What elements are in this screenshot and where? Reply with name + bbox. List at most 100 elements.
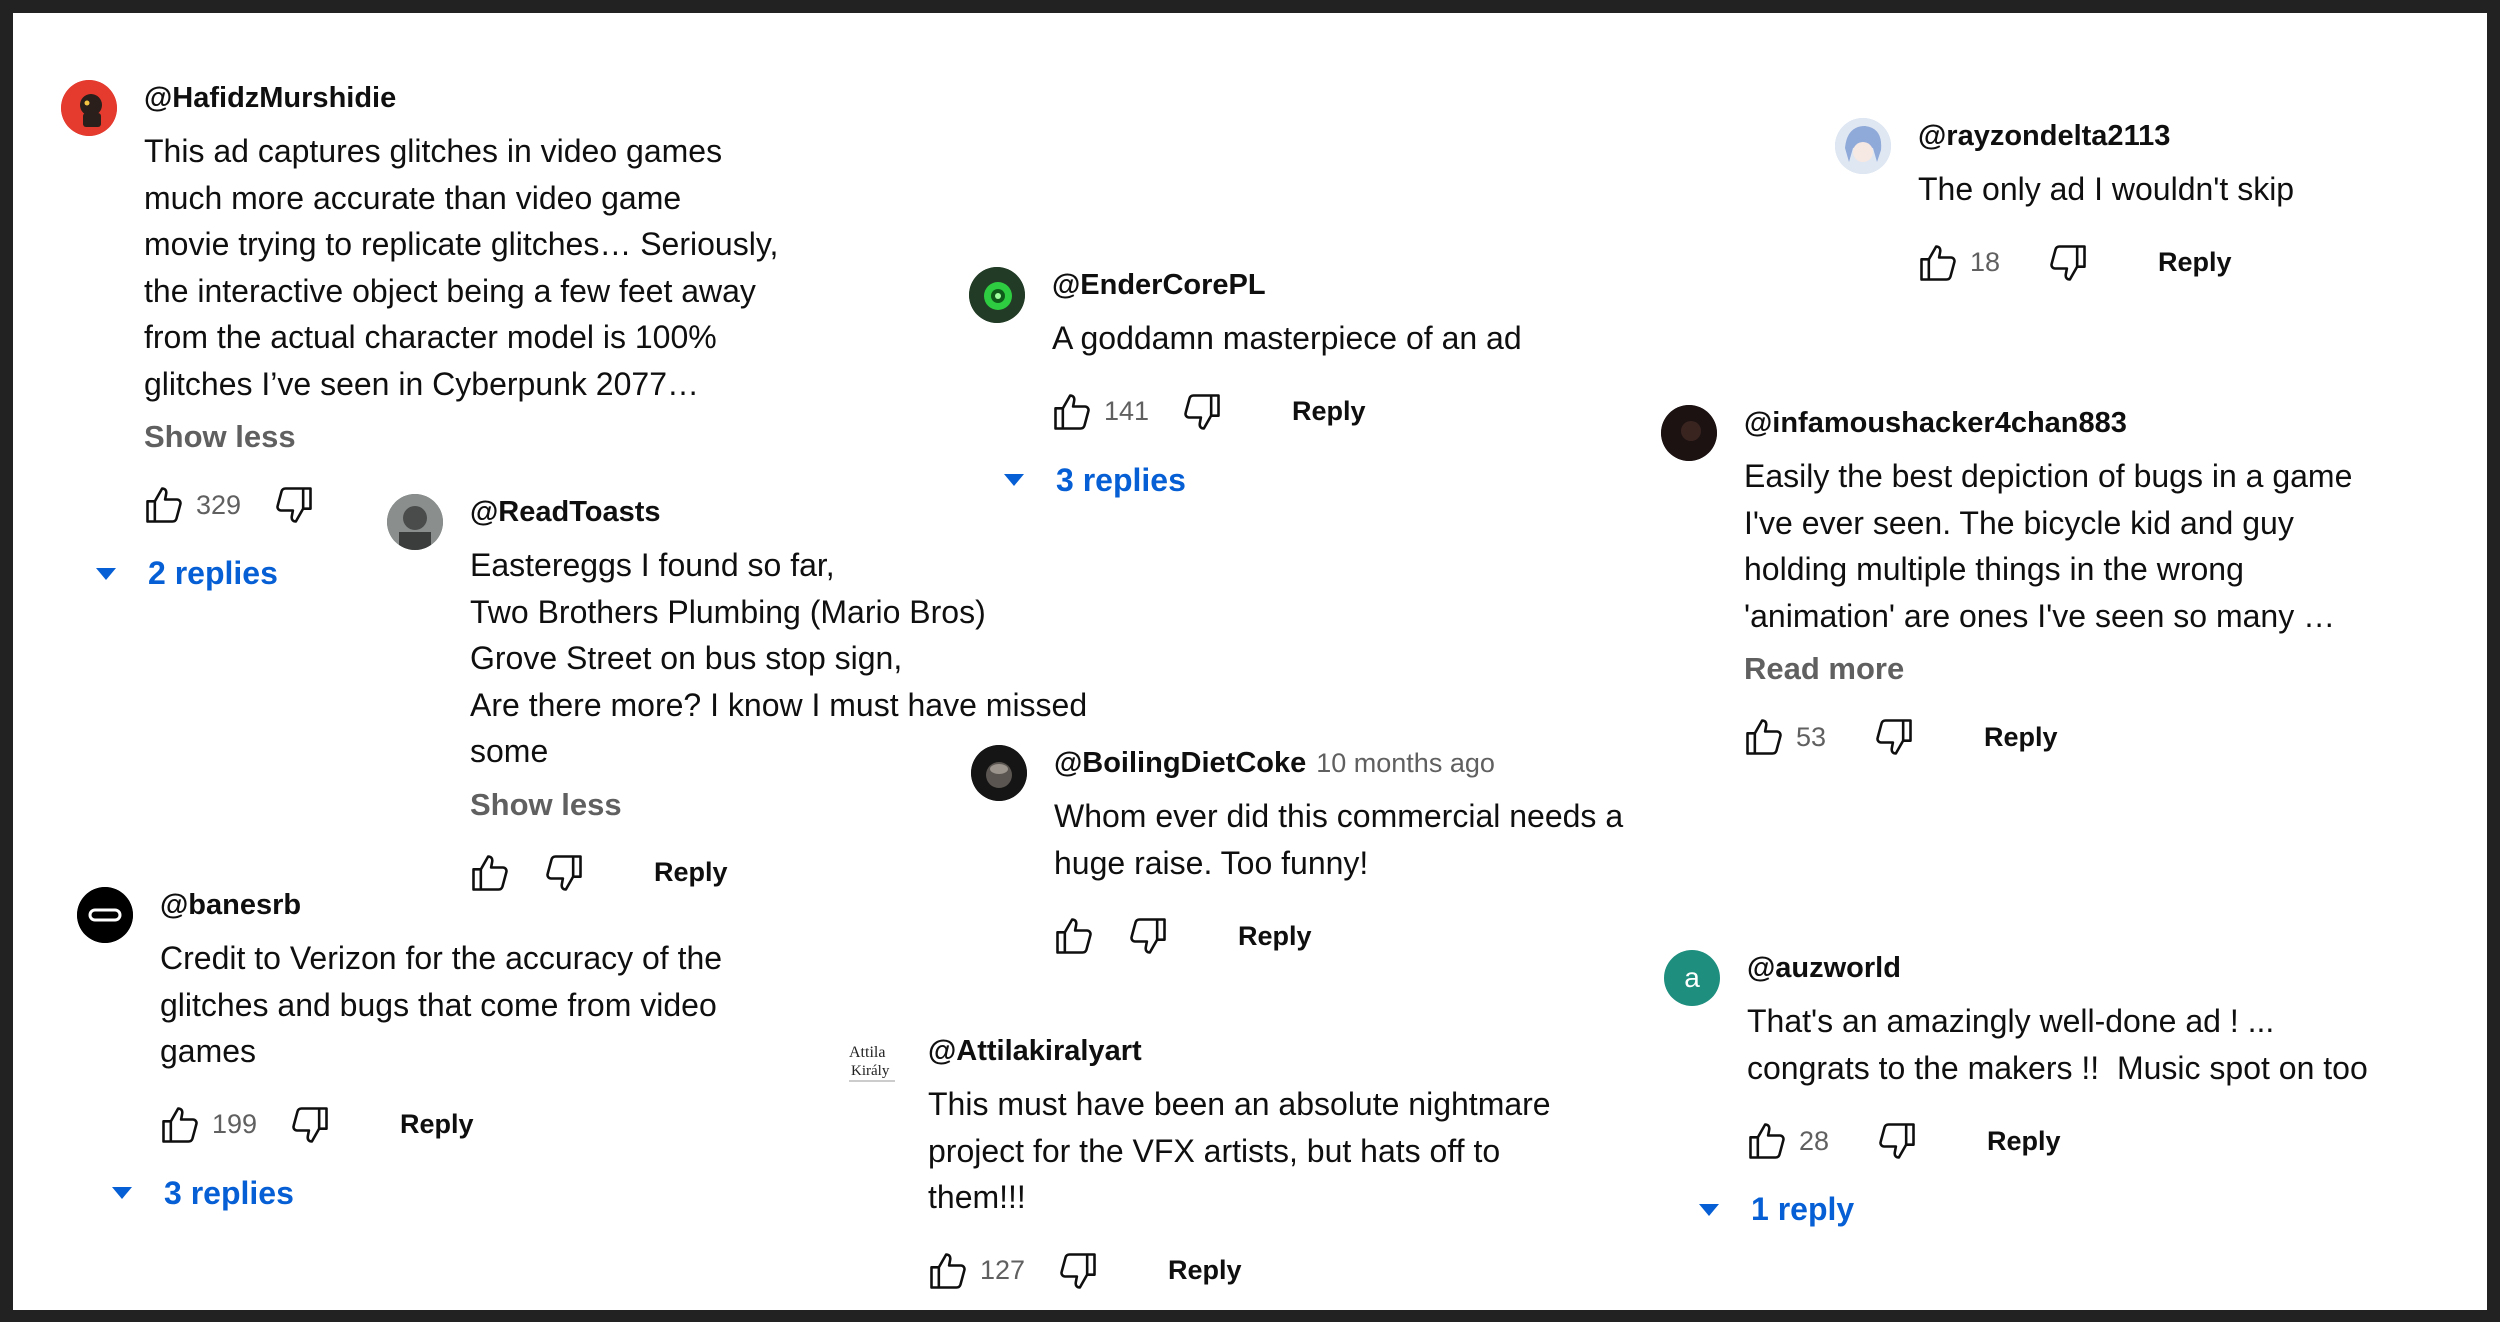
comment-text: This must have been an absolute nightmar… <box>928 1081 1551 1221</box>
comment-text: That's an amazingly well-done ad ! ... c… <box>1747 998 2368 1091</box>
text-line: Two Brothers Plumbing (Mario Bros) <box>470 593 986 630</box>
comment-author[interactable]: @banesrb <box>160 887 722 923</box>
reply-button[interactable]: Reply <box>2158 247 2232 278</box>
comments-panel: @HafidzMurshidie This ad captures glitch… <box>13 13 2487 1310</box>
reply-button[interactable]: Reply <box>1238 921 1312 952</box>
comment-actions: 141 Reply <box>1044 384 1514 440</box>
text-line: This must have been an absolute nightmar… <box>928 1086 1551 1122</box>
thumbs-down-icon[interactable] <box>1866 709 1922 765</box>
comment-author[interactable]: @HafidzMurshidie <box>144 80 778 116</box>
comment-timestamp[interactable]: 10 months ago <box>1316 748 1495 778</box>
thumbs-up-icon[interactable] <box>1739 1113 1795 1169</box>
comment-actions: 28 Reply <box>1739 1113 2360 1169</box>
text-line: Eastereggs I found so far, <box>470 547 835 583</box>
comment-actions: 53 Reply <box>1736 709 2344 765</box>
reply-button[interactable]: Reply <box>400 1109 474 1140</box>
like-count: 127 <box>980 1255 1026 1285</box>
avatar[interactable]: a <box>1664 950 1720 1006</box>
comment-author[interactable]: @ReadToasts <box>470 494 1087 530</box>
text-line: from the actual character model is 100% <box>144 319 717 355</box>
thumbs-up-icon[interactable] <box>1044 384 1100 440</box>
text-line: This ad captures glitches in video games <box>144 133 723 169</box>
view-replies-button[interactable]: 3 replies <box>112 1175 674 1212</box>
comment-actions: 199 Reply <box>152 1097 714 1153</box>
author-name[interactable]: @BoilingDietCoke <box>1054 747 1306 779</box>
text-line: holding multiple things in the wrong <box>1744 551 2244 587</box>
avatar[interactable]: Attila Király <box>845 1033 901 1089</box>
like-count: 53 <box>1796 721 1827 752</box>
comment-text: The only ad I wouldn't skip <box>1918 166 2294 213</box>
text-line: I've ever seen. The bicycle kid and guy <box>1744 504 2294 541</box>
show-less-button[interactable]: Show less <box>144 419 778 455</box>
thumbs-down-icon[interactable] <box>266 477 322 533</box>
text-line: the interactive object being a few feet … <box>144 272 756 309</box>
view-replies-button[interactable]: 1 reply <box>1699 1191 2320 1228</box>
thumbs-up-icon[interactable] <box>1736 709 1792 765</box>
like-count: 18 <box>1970 247 2001 277</box>
text-line: huge raise. Too funny! <box>1054 844 1369 881</box>
text-line: That's an amazingly well-done ad ! ... <box>1747 1003 2275 1039</box>
text-line: Whom ever did this commercial needs a <box>1054 798 1624 834</box>
svg-text:Király: Király <box>851 1063 890 1079</box>
comment-author[interactable]: @BoilingDietCoke 10 months ago <box>1054 745 1623 781</box>
text-line: 'animation' are ones I've seen so many … <box>1744 597 2336 634</box>
avatar[interactable] <box>969 267 1025 323</box>
reply-button[interactable]: Reply <box>1292 396 1366 427</box>
avatar[interactable] <box>971 745 1027 801</box>
text-line: Credit to Verizon for the accuracy of th… <box>160 940 723 976</box>
like-count: 199 <box>212 1109 258 1139</box>
comment-author[interactable]: @rayzondelta2113 <box>1918 118 2294 154</box>
comment-author[interactable]: @infamoushacker4chan883 <box>1744 405 2352 441</box>
avatar-letter: a <box>1684 962 1700 993</box>
comment-text: Whom ever did this commercial needs a hu… <box>1054 793 1623 886</box>
avatar[interactable] <box>1661 405 1717 461</box>
comment-author[interactable]: @EnderCorePL <box>1052 267 1522 303</box>
avatar[interactable] <box>61 80 117 136</box>
text-line: Are there more? I know I must have misse… <box>470 686 1088 723</box>
thumbs-up-icon[interactable] <box>152 1097 208 1153</box>
text-line: The only ad I wouldn't skip <box>1918 171 2295 207</box>
comment-author[interactable]: @Attilakiralyart <box>928 1033 1551 1069</box>
avatar[interactable] <box>387 494 443 550</box>
thumbs-up-icon[interactable] <box>1046 908 1102 964</box>
caret-down-icon <box>1699 1203 1719 1216</box>
thumbs-down-icon[interactable] <box>1120 908 1176 964</box>
comment-text: Easily the best depiction of bugs in a g… <box>1744 453 2352 639</box>
read-more-button[interactable]: Read more <box>1744 651 2352 687</box>
replies-label: 2 replies <box>148 555 278 591</box>
thumbs-down-icon[interactable] <box>1869 1113 1925 1169</box>
thumbs-down-icon[interactable] <box>1050 1243 1106 1299</box>
thumbs-up-icon[interactable] <box>1910 235 1966 291</box>
avatar[interactable] <box>77 887 133 943</box>
text-line: A goddamn masterpiece of an ad <box>1052 320 1522 356</box>
view-replies-button[interactable]: 3 replies <box>1004 462 1474 499</box>
text-line: glitches and bugs that come from video <box>160 986 717 1023</box>
thumbs-up-icon[interactable] <box>136 477 192 533</box>
svg-text:Attila: Attila <box>849 1044 885 1061</box>
text-line: Easily the best depiction of bugs in a g… <box>1744 458 2353 494</box>
attila-logo-icon: Attila Király <box>849 1044 895 1082</box>
thumbs-down-icon[interactable] <box>2040 235 2096 291</box>
caret-down-icon <box>1004 474 1024 486</box>
comment-text: This ad captures glitches in video games… <box>144 128 778 407</box>
text-line: glitches I’ve seen in Cyberpunk 2077… <box>144 365 699 402</box>
thumbs-down-icon[interactable] <box>1174 384 1230 440</box>
reply-button[interactable]: Reply <box>1984 722 2058 753</box>
text-line: them!!! <box>928 1179 1026 1215</box>
like-count: 28 <box>1799 1125 1830 1156</box>
replies-label: 1 reply <box>1751 1191 1855 1227</box>
comment-text: A goddamn masterpiece of an ad <box>1052 315 1522 362</box>
reply-button[interactable]: Reply <box>654 857 728 888</box>
caret-down-icon <box>96 567 116 580</box>
text-line: project for the VFX artists, but hats of… <box>928 1132 1501 1169</box>
thumbs-down-icon[interactable] <box>282 1097 338 1153</box>
text-line: congrats to the makers !! Music spot on … <box>1747 1049 2368 1086</box>
reply-button[interactable]: Reply <box>1987 1126 2061 1157</box>
thumbs-up-icon[interactable] <box>920 1243 976 1299</box>
reply-button[interactable]: Reply <box>1168 1255 1242 1286</box>
comment-actions: Reply <box>1046 908 1615 964</box>
avatar[interactable] <box>1835 118 1891 174</box>
comment-author[interactable]: @auzworld <box>1747 950 2368 986</box>
like-count: 141 <box>1104 396 1150 426</box>
comment-actions: 127 Reply <box>920 1243 1543 1299</box>
